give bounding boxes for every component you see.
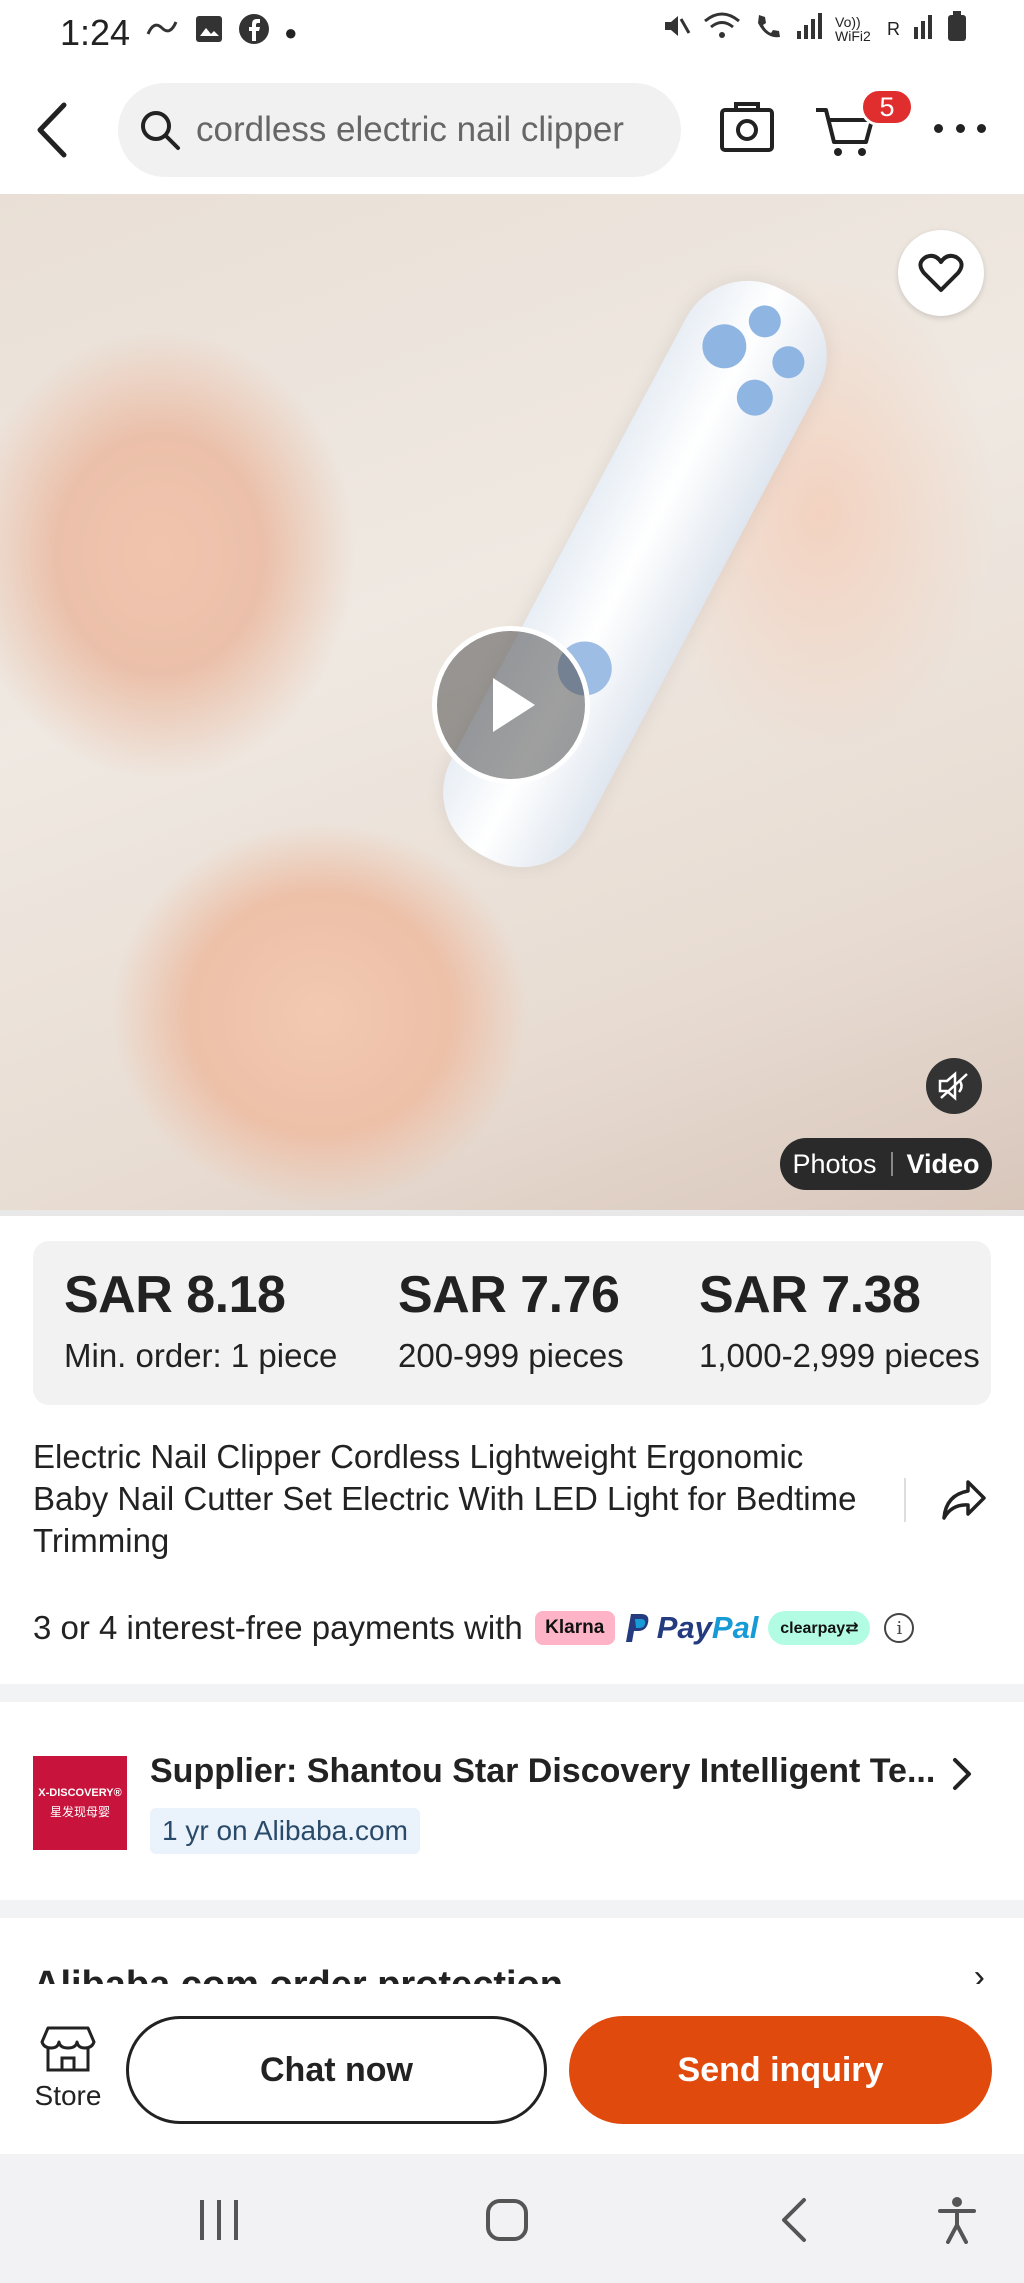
clearpay-logo: clearpay⇄: [768, 1611, 871, 1645]
title-divider: [904, 1478, 906, 1522]
product-title: Electric Nail Clipper Cordless Lightweig…: [33, 1438, 857, 1559]
info-icon[interactable]: i: [884, 1613, 915, 1643]
back-button[interactable]: [26, 100, 76, 160]
tier-quantity: 200-999 pieces: [398, 1337, 624, 1374]
video-tab[interactable]: Video: [907, 1149, 980, 1180]
supplier-card[interactable]: X-DISCOVERY® 星发现母婴 Supplier: Shantou Sta…: [0, 1702, 1024, 1900]
more-dot: [977, 123, 986, 133]
chat-now-button[interactable]: Chat now: [126, 2016, 547, 2124]
mute-button[interactable]: [926, 1058, 982, 1114]
tier-price: SAR 7.76: [398, 1266, 620, 1324]
bottom-action-bar: Store Chat now Send inquiry: [0, 1984, 1024, 2154]
store-label: Store: [34, 2080, 102, 2111]
tier-price: SAR 8.18: [64, 1266, 286, 1324]
price-tier: SAR 7.38 1,000-2,999 pieces: [699, 1265, 980, 1375]
order-protection-title: Alibaba.com order protection: [33, 1966, 993, 1984]
notification-icon: [144, 14, 180, 52]
dot-icon: ●: [284, 20, 298, 45]
image-search-button[interactable]: [716, 96, 778, 158]
supplier-logo-brand: X-DISCOVERY®: [38, 1786, 122, 1799]
chevron-right-icon: ›: [973, 1958, 985, 1984]
back-chevron-icon: [782, 2198, 806, 2242]
wifi-icon: [703, 11, 741, 47]
back-arrow-icon: [37, 102, 67, 158]
order-protection-row[interactable]: Alibaba.com order protection ›: [33, 1958, 993, 1984]
chevron-right-icon[interactable]: [950, 1756, 980, 1796]
price-tier: SAR 7.76 200-999 pieces: [398, 1265, 624, 1375]
supplier-tenure-badge: 1 yr on Alibaba.com: [150, 1808, 420, 1854]
store-button[interactable]: Store: [28, 2024, 108, 2118]
system-nav-bar: [0, 2154, 1024, 2283]
play-video-button[interactable]: [432, 626, 590, 784]
recent-apps-button[interactable]: [196, 2190, 242, 2250]
tier-quantity: Min. order: 1 piece: [64, 1337, 338, 1374]
product-media[interactable]: Photos Video: [0, 194, 1024, 1216]
camera-icon: [720, 102, 774, 152]
store-icon: [40, 2026, 96, 2072]
payment-text: 3 or 4 interest-free payments with: [33, 1609, 523, 1646]
favorite-button[interactable]: [898, 230, 984, 316]
accessibility-button[interactable]: [934, 2190, 980, 2250]
volte-label: Vo)) WiFi2: [835, 14, 871, 44]
media-type-toggle[interactable]: Photos Video: [780, 1138, 992, 1190]
system-back-button[interactable]: [776, 2190, 812, 2250]
more-options-button[interactable]: [934, 106, 986, 150]
paypal-text-b: Pal: [711, 1610, 759, 1645]
search-bar[interactable]: [118, 83, 681, 177]
search-input[interactable]: [196, 110, 676, 150]
heart-icon: [918, 253, 964, 292]
status-left: 1:24 ●: [60, 12, 297, 54]
section-divider: [0, 1900, 1024, 1918]
mute-status-icon: [661, 11, 691, 47]
supplier-logo-subtitle: 星发现母婴: [49, 1804, 110, 1819]
more-dot: [955, 123, 965, 133]
status-bar: 1:24 ● Vo)) WiFi2 R: [0, 0, 1024, 66]
paypal-icon: [625, 1614, 649, 1642]
payment-options: 3 or 4 interest-free payments with Klarn…: [33, 1606, 915, 1650]
tier-price: SAR 7.38: [699, 1266, 921, 1324]
price-tiers: SAR 8.18 Min. order: 1 piece SAR 7.76 20…: [33, 1241, 991, 1405]
status-right: Vo)) WiFi2 R: [661, 10, 968, 48]
roaming-label: R: [887, 18, 900, 39]
home-button[interactable]: [484, 2190, 530, 2250]
recent-apps-icon: [200, 2200, 238, 2240]
home-icon: [486, 2199, 528, 2241]
photos-tab[interactable]: Photos: [792, 1149, 876, 1180]
top-bar: 5: [0, 66, 1024, 194]
media-progress-track: [0, 1210, 1024, 1216]
section-divider: [0, 1684, 1024, 1702]
supplier-name[interactable]: Supplier: Shantou Star Discovery Intelli…: [150, 1752, 940, 1791]
tier-quantity: 1,000-2,999 pieces: [699, 1337, 980, 1374]
cart-button[interactable]: 5: [812, 88, 914, 164]
paypal-logo: Pay Pal: [625, 1610, 759, 1646]
more-dot: [934, 123, 943, 133]
speaker-muted-icon: [938, 1071, 968, 1101]
share-button[interactable]: [940, 1478, 990, 1524]
product-photo-clipper: [418, 256, 852, 892]
gallery-icon: [194, 14, 224, 52]
supplier-logo: X-DISCOVERY® 星发现母婴: [33, 1756, 127, 1850]
battery-icon: [946, 10, 968, 48]
signal-icon: [795, 11, 823, 47]
call-icon: [753, 11, 783, 47]
search-icon: [141, 111, 180, 150]
share-icon: [942, 1480, 986, 1520]
status-time: 1:24: [60, 12, 131, 53]
toggle-divider: [890, 1152, 893, 1176]
signal-2-icon: [912, 11, 934, 47]
price-tier: SAR 8.18 Min. order: 1 piece: [64, 1265, 337, 1375]
paypal-text-a: Pay: [656, 1610, 712, 1645]
send-inquiry-button[interactable]: Send inquiry: [569, 2016, 992, 2124]
cart-count-badge: 5: [860, 88, 914, 126]
accessibility-icon: [938, 2197, 976, 2244]
klarna-logo: Klarna: [534, 1611, 615, 1645]
facebook-icon: [238, 13, 270, 53]
play-icon: [493, 678, 535, 732]
